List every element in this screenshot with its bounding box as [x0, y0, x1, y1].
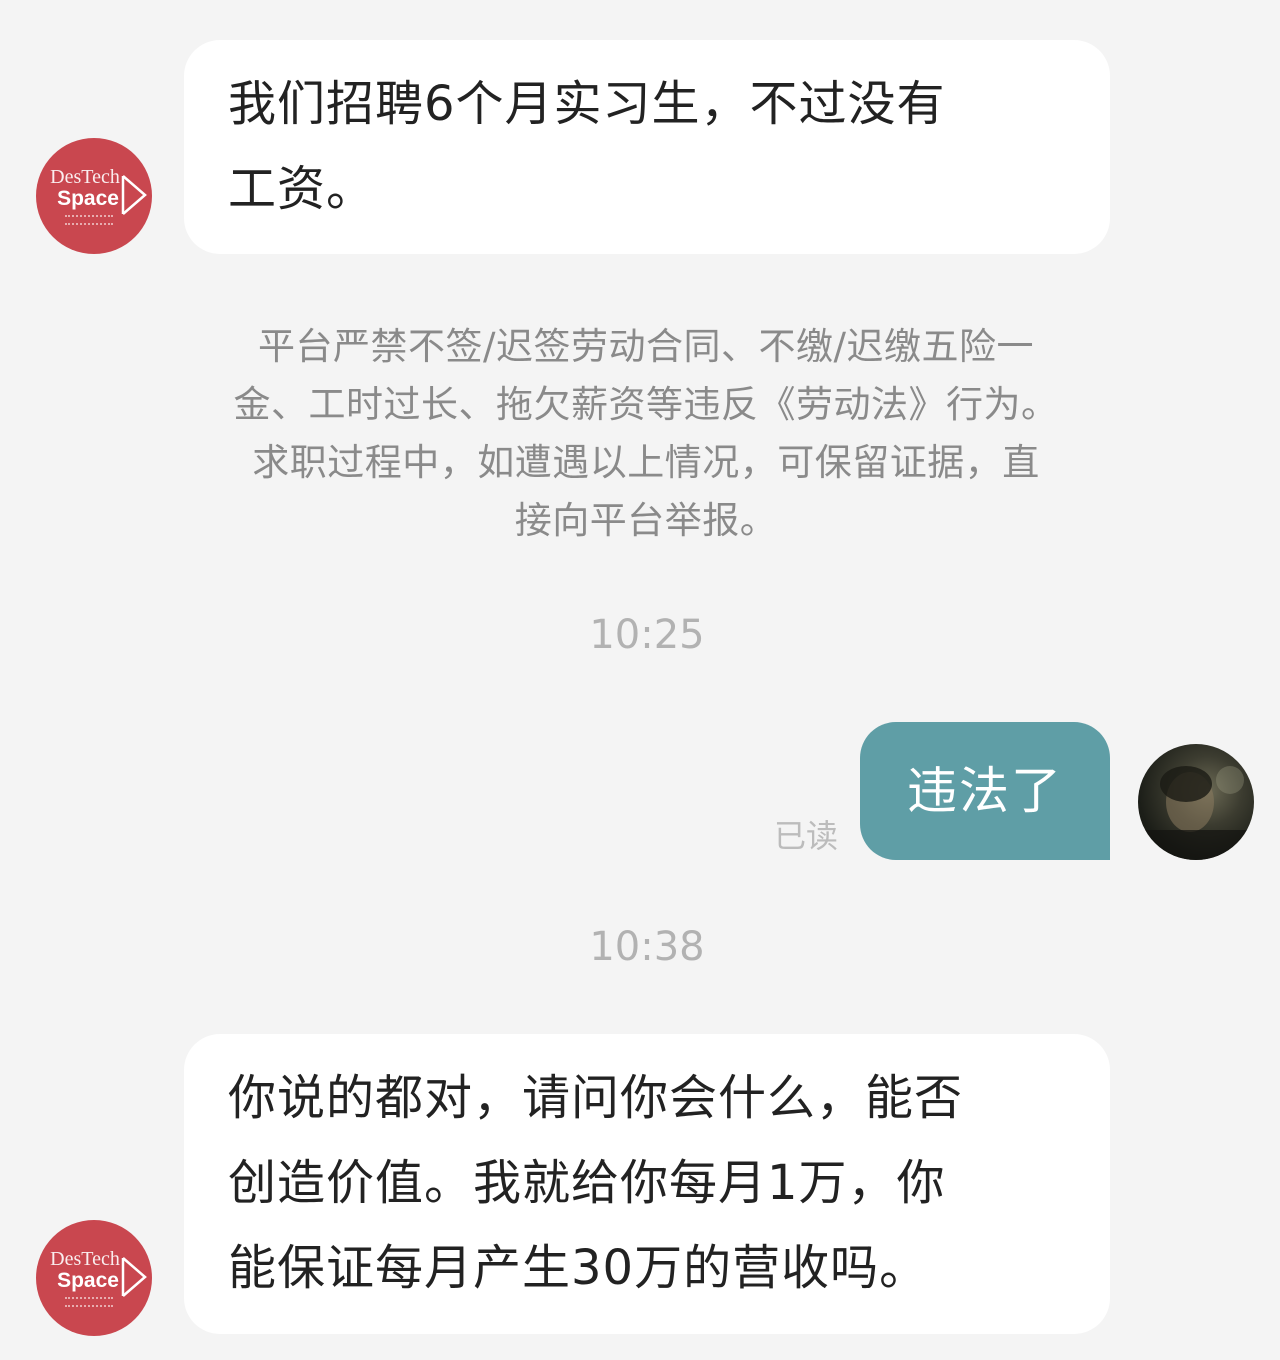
- user-avatar[interactable]: [1138, 744, 1254, 860]
- avatar-logo-dots: [65, 1297, 113, 1307]
- avatar-logo-top: DesTech: [50, 166, 120, 188]
- message-bubble-incoming[interactable]: 我们招聘6个月实习生，不过没有 工资。: [184, 40, 1110, 254]
- play-arrow-icon: [121, 175, 147, 215]
- avatar-logo-main: Space: [57, 187, 119, 210]
- notice-line: 接向平台举报。: [514, 499, 778, 542]
- message-line: 你说的都对，请问你会什么，能否: [228, 1070, 964, 1126]
- play-arrow-icon: [121, 1257, 147, 1297]
- message-bubble-outgoing[interactable]: 违法了: [860, 722, 1110, 860]
- avatar-logo-top: DesTech: [50, 1248, 120, 1270]
- notice-line: 求职过程中，如遭遇以上情况，可保留证据，直: [252, 441, 1040, 484]
- message-line: 能保证每月产生30万的营收吗。: [228, 1240, 929, 1296]
- avatar-logo-main: Space: [57, 1269, 119, 1292]
- message-line: 创造价值。我就给你每月1万，你: [228, 1155, 946, 1211]
- company-avatar[interactable]: DesTech Space: [36, 1220, 152, 1336]
- timestamp: 10:38: [589, 924, 705, 970]
- notice-line: 平台严禁不签/迟签劳动合同、不缴/迟缴五险一: [258, 325, 1034, 368]
- timestamp: 10:25: [589, 612, 705, 658]
- message-bubble-incoming[interactable]: 你说的都对，请问你会什么，能否 创造价值。我就给你每月1万，你 能保证每月产生3…: [184, 1034, 1110, 1334]
- system-notice: 平台严禁不签/迟签劳动合同、不缴/迟缴五险一 金、工时过长、拖欠薪资等违反《劳动…: [190, 318, 1102, 550]
- message-line: 我们招聘6个月实习生，不过没有: [228, 76, 946, 132]
- avatar-logo-dots: [65, 215, 113, 225]
- message-line: 工资。: [228, 161, 376, 217]
- notice-line: 金、工时过长、拖欠薪资等违反《劳动法》行为。: [233, 383, 1059, 426]
- company-avatar[interactable]: DesTech Space: [36, 138, 152, 254]
- read-status: 已读: [774, 817, 839, 855]
- user-avatar-image: [1138, 766, 1254, 860]
